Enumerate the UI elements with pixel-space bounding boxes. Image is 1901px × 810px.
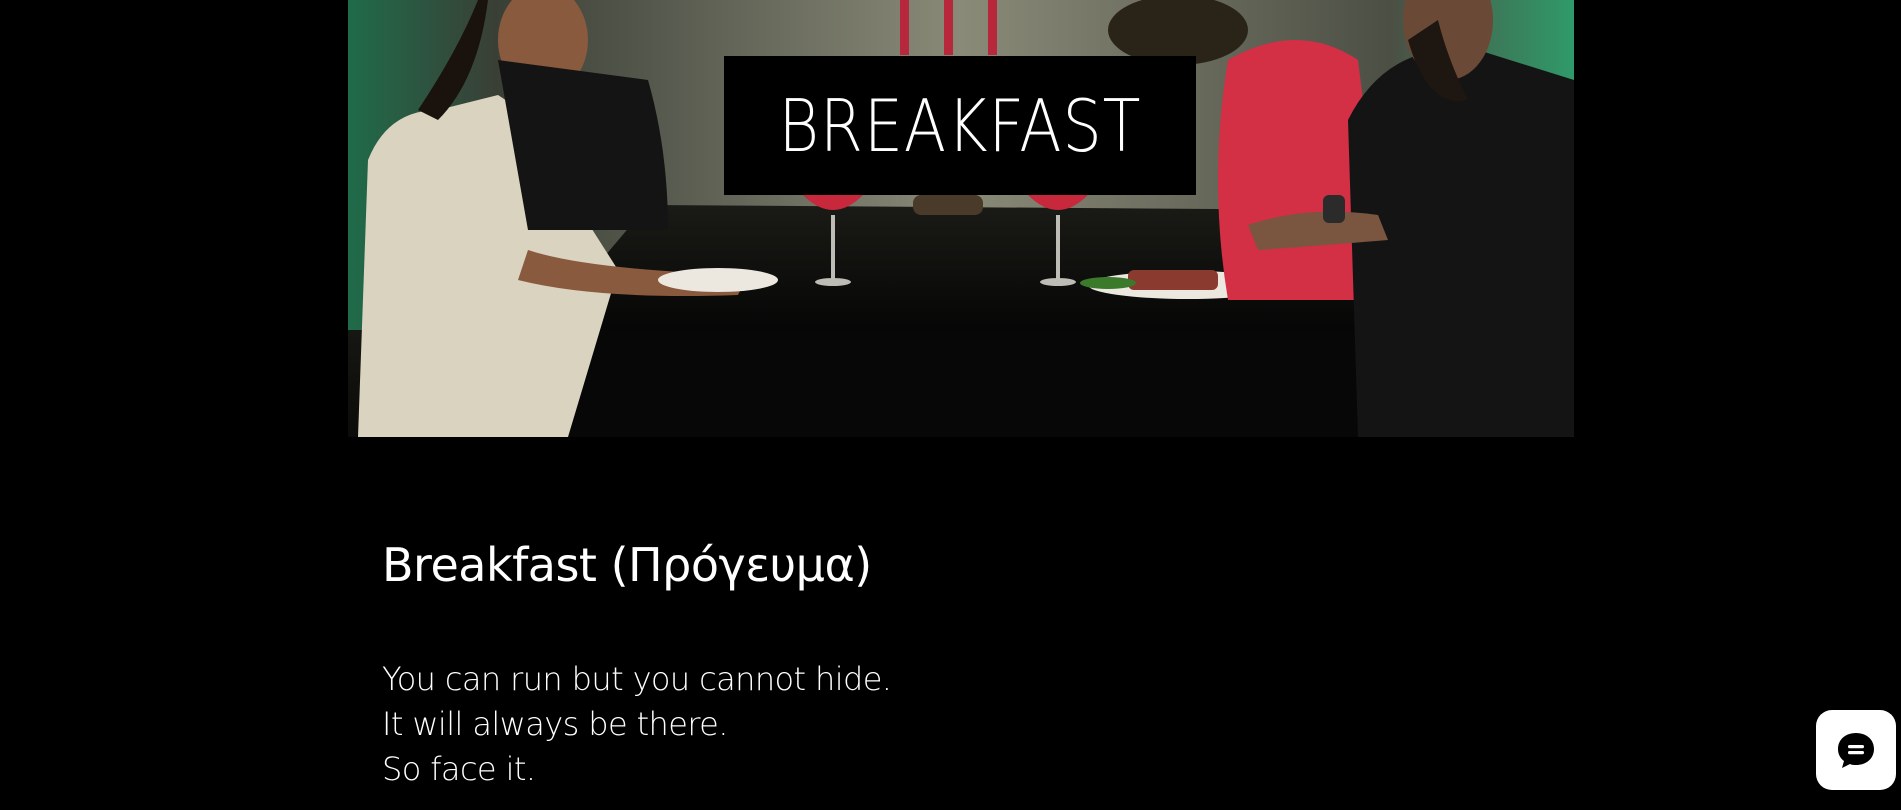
page: BREAKFAST Breakfast (Πρόγευμα) You can r…: [0, 0, 1901, 810]
hero-image: BREAKFAST: [348, 0, 1574, 437]
chat-button[interactable]: [1816, 710, 1896, 790]
post-line: It will always be there.: [382, 704, 728, 743]
post-line: So face it.: [382, 749, 536, 788]
post-body: You can run but you cannot hide. It will…: [382, 657, 1282, 792]
hero-title: BREAKFAST: [778, 83, 1142, 168]
post-content: Breakfast (Πρόγευμα) You can run but you…: [382, 540, 1282, 792]
post-title: Breakfast (Πρόγευμα): [382, 538, 872, 592]
hero-title-box: BREAKFAST: [724, 56, 1196, 195]
chat-bubble-icon: [1838, 733, 1874, 768]
post-line: You can run but you cannot hide.: [382, 659, 892, 698]
